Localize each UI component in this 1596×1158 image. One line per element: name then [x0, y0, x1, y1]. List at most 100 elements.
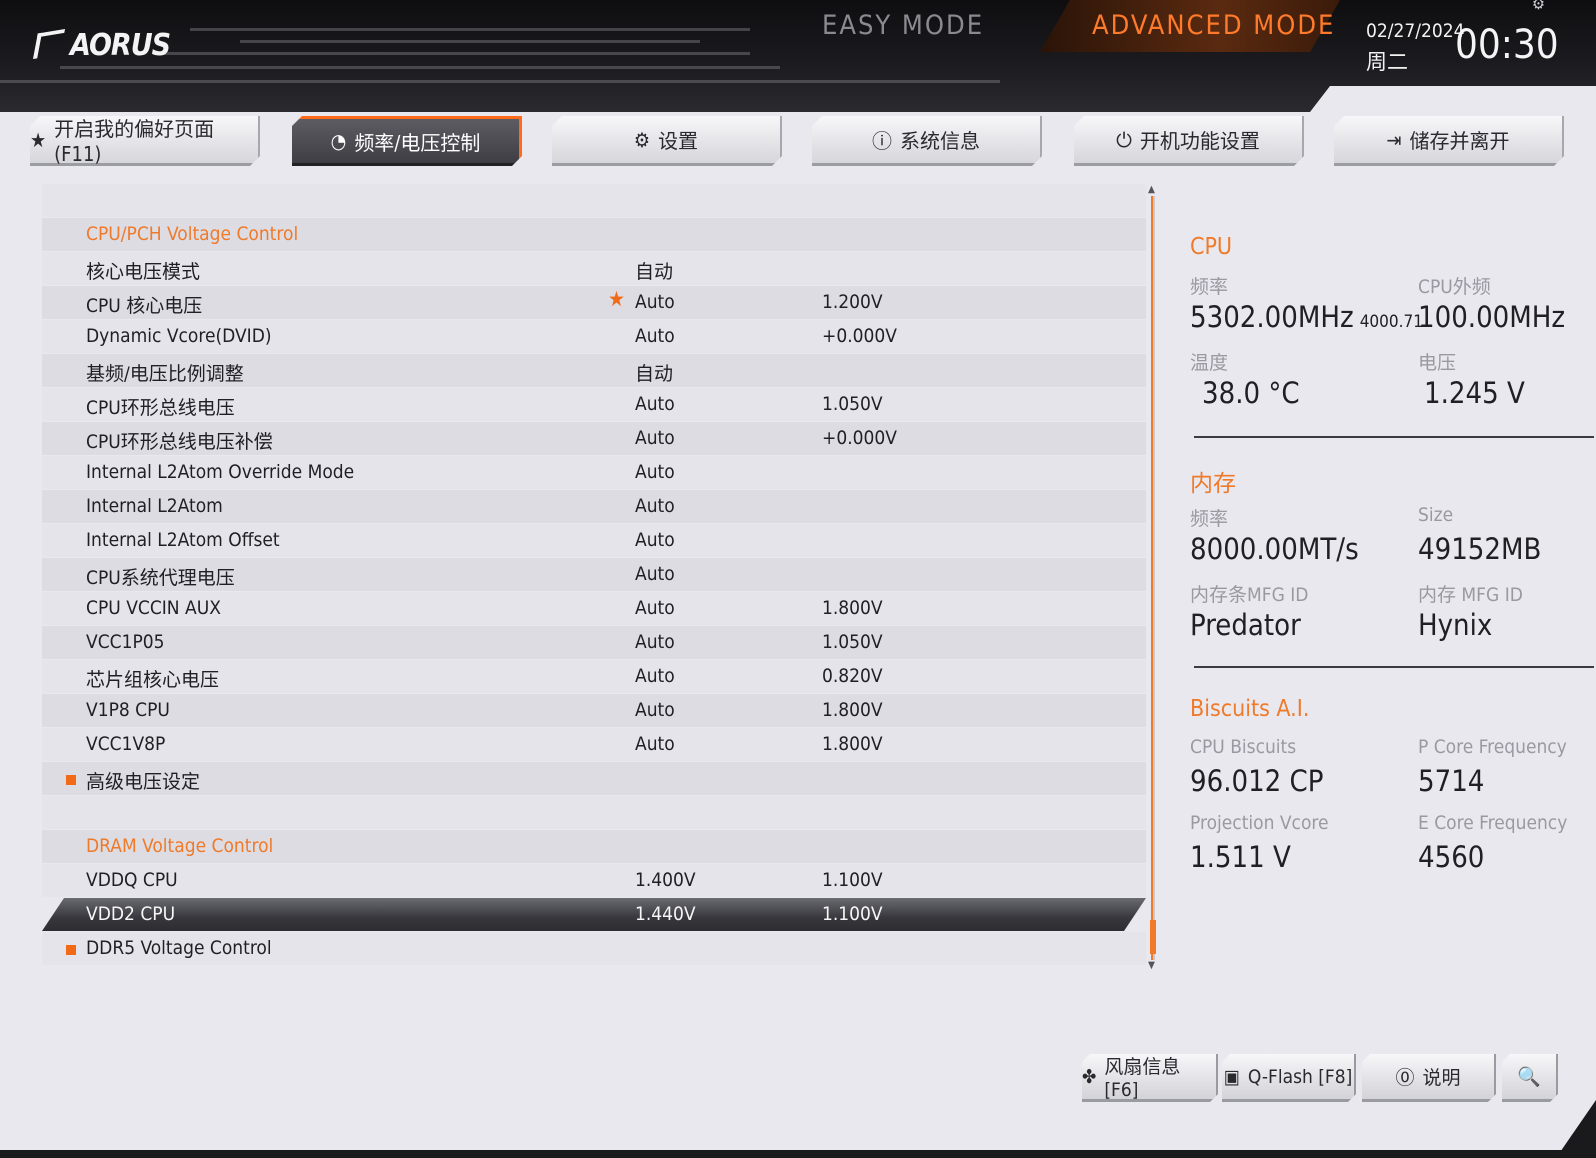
setting-row[interactable]: Internal L2Atom Override Mode Auto	[42, 456, 1146, 489]
scroll-up-icon[interactable]: ▲	[1148, 184, 1155, 195]
blank-row	[42, 184, 1146, 217]
tab-exit[interactable]: ⇥ 储存并离开	[1334, 116, 1564, 166]
tab-label: 系统信息	[900, 129, 980, 153]
pcore-freq-label: P Core Frequency	[1418, 736, 1567, 758]
setting-row[interactable]: Internal L2Atom Auto	[42, 490, 1146, 523]
setting-current-value: 0.820V	[822, 665, 883, 687]
settings-scrollbar[interactable]: ▲ ▼	[1147, 184, 1159, 974]
tab-gear[interactable]: ⚙ 设置	[552, 116, 782, 166]
setting-row[interactable]: VDD2 CPU 1.440V 1.100V	[42, 898, 1146, 931]
setting-label: Dynamic Vcore(DVID)	[86, 325, 272, 347]
submenu-item[interactable]: DDR5 Voltage Control	[42, 932, 1146, 965]
tab-speedometer[interactable]: ◔ 频率/电压控制	[292, 116, 522, 166]
header-gear-icon[interactable]: ⚙	[1532, 0, 1545, 13]
button-label: Q-Flash [F8]	[1247, 1065, 1353, 1088]
cpu-section-title: CPU	[1190, 234, 1233, 260]
aorus-wing-icon	[32, 28, 66, 60]
gear-icon: ⚙	[633, 127, 651, 152]
footer-stripe	[0, 1150, 1596, 1158]
easy-mode-button[interactable]: EASY MODE	[822, 10, 984, 41]
setting-value[interactable]: Auto	[635, 665, 675, 687]
advanced-mode-button[interactable]: ADVANCED MODE	[1092, 10, 1335, 41]
chip-button[interactable]: ▣ Q-Flash [F8]	[1222, 1054, 1356, 1102]
tab-label: 开启我的偏好页面 (F11)	[54, 117, 215, 166]
setting-value[interactable]: 1.440V	[635, 903, 696, 925]
setting-value[interactable]: Auto	[635, 631, 675, 653]
tab-label: 频率/电压控制	[354, 130, 481, 155]
top-bar: AORUS EASY MODE ADVANCED MODE 02/27/2024…	[0, 0, 1596, 112]
setting-row[interactable]: VDDQ CPU 1.400V 1.100V	[42, 864, 1146, 897]
setting-value[interactable]: 1.400V	[635, 869, 696, 891]
setting-value[interactable]: Auto	[635, 495, 675, 517]
setting-label: 核心电压模式	[86, 261, 201, 283]
setting-row[interactable]: CPU 核心电压 ★ Auto 1.200V	[42, 286, 1146, 319]
setting-label: DRAM Voltage Control	[86, 835, 274, 857]
setting-row[interactable]: Dynamic Vcore(DVID) Auto +0.000V	[42, 320, 1146, 353]
exit-icon: ⇥	[1386, 127, 1402, 152]
scroll-thumb[interactable]	[1150, 920, 1156, 954]
setting-row[interactable]: 核心电压模式 自动	[42, 252, 1146, 285]
setting-row[interactable]: CPU VCCIN AUX Auto 1.800V	[42, 592, 1146, 625]
setting-row[interactable]: CPU系统代理电压 Auto	[42, 558, 1146, 591]
tab-label: 储存并离开	[1409, 129, 1510, 153]
cpu-bclk-label: CPU外频	[1418, 276, 1491, 298]
setting-value[interactable]: Auto	[635, 325, 675, 347]
setting-label: CPU VCCIN AUX	[86, 597, 221, 619]
setting-current-value: 1.200V	[822, 291, 883, 313]
decor-streak	[190, 28, 750, 31]
scroll-down-icon[interactable]: ▼	[1148, 960, 1155, 971]
aorus-logo: AORUS	[32, 28, 171, 63]
setting-value[interactable]: Auto	[635, 393, 675, 415]
setting-row[interactable]: 基频/电压比例调整 自动	[42, 354, 1146, 387]
fan-button[interactable]: ✤ 风扇信息 [F6]	[1082, 1054, 1218, 1102]
cpu-volt-label: 电压	[1418, 352, 1457, 374]
setting-value[interactable]: 自动	[635, 359, 673, 386]
blank-row	[42, 796, 1146, 829]
setting-label: 芯片组核心电压	[86, 669, 220, 691]
setting-value[interactable]: Auto	[635, 699, 675, 721]
setting-value[interactable]: Auto	[635, 461, 675, 483]
setting-label: VDDQ CPU	[86, 869, 178, 891]
cpu-volt-value: 1.245 V	[1424, 376, 1525, 410]
memory-section-title: 内存	[1190, 471, 1236, 497]
setting-value[interactable]: Auto	[635, 733, 675, 755]
section-header: DRAM Voltage Control	[42, 830, 1146, 863]
scroll-track[interactable]	[1151, 196, 1155, 960]
help-button[interactable]: ⓪ 说明	[1362, 1054, 1496, 1102]
setting-current-value: 1.800V	[822, 597, 883, 619]
cpu-freq-label: 频率	[1190, 276, 1229, 298]
setting-label: 高级电压设定	[86, 771, 201, 793]
setting-row[interactable]: Internal L2Atom Offset Auto	[42, 524, 1146, 557]
cpu-bclk-value: 100.00MHz	[1418, 300, 1566, 334]
setting-row[interactable]: 芯片组核心电压 Auto 0.820V	[42, 660, 1146, 693]
setting-row[interactable]: VCC1V8P Auto 1.800V	[42, 728, 1146, 761]
search-button[interactable]: 🔍	[1502, 1054, 1558, 1102]
favorite-star-icon[interactable]: ★	[608, 287, 625, 311]
fan-icon: ✤	[1082, 1065, 1097, 1088]
setting-row[interactable]: VCC1P05 Auto 1.050V	[42, 626, 1146, 659]
section-divider	[1194, 436, 1594, 438]
power-icon: ⏻	[1116, 127, 1132, 152]
tab-favorites[interactable]: ★ 开启我的偏好页面 (F11)	[30, 116, 260, 166]
setting-value[interactable]: Auto	[635, 597, 675, 619]
tab-info[interactable]: ⓘ 系统信息	[812, 116, 1042, 166]
submenu-bullet-icon	[66, 945, 76, 955]
setting-row[interactable]: CPU环形总线电压 Auto 1.050V	[42, 388, 1146, 421]
mem-mfg-label: 内存 MFG ID	[1418, 584, 1523, 606]
cpu-freq-value: 5302.00MHz 4000.71	[1190, 300, 1423, 334]
setting-current-value: 1.800V	[822, 699, 883, 721]
projection-vcore-value: 1.511 V	[1190, 840, 1291, 874]
setting-value[interactable]: 自动	[635, 257, 673, 284]
tab-power[interactable]: ⏻ 开机功能设置	[1074, 116, 1304, 166]
setting-value[interactable]: Auto	[635, 291, 675, 313]
setting-row[interactable]: V1P8 CPU Auto 1.800V	[42, 694, 1146, 727]
submenu-item[interactable]: 高级电压设定	[42, 762, 1146, 795]
section-header: CPU/PCH Voltage Control	[42, 218, 1146, 251]
setting-value[interactable]: Auto	[635, 529, 675, 551]
tab-label: 开机功能设置	[1139, 129, 1260, 153]
setting-value[interactable]: Auto	[635, 427, 675, 449]
cpu-freq-sub: 4000.71	[1359, 312, 1423, 332]
cpu-freq-number: 5302.00MHz	[1190, 300, 1354, 334]
setting-value[interactable]: Auto	[635, 563, 675, 585]
setting-row[interactable]: CPU环形总线电压补偿 Auto +0.000V	[42, 422, 1146, 455]
